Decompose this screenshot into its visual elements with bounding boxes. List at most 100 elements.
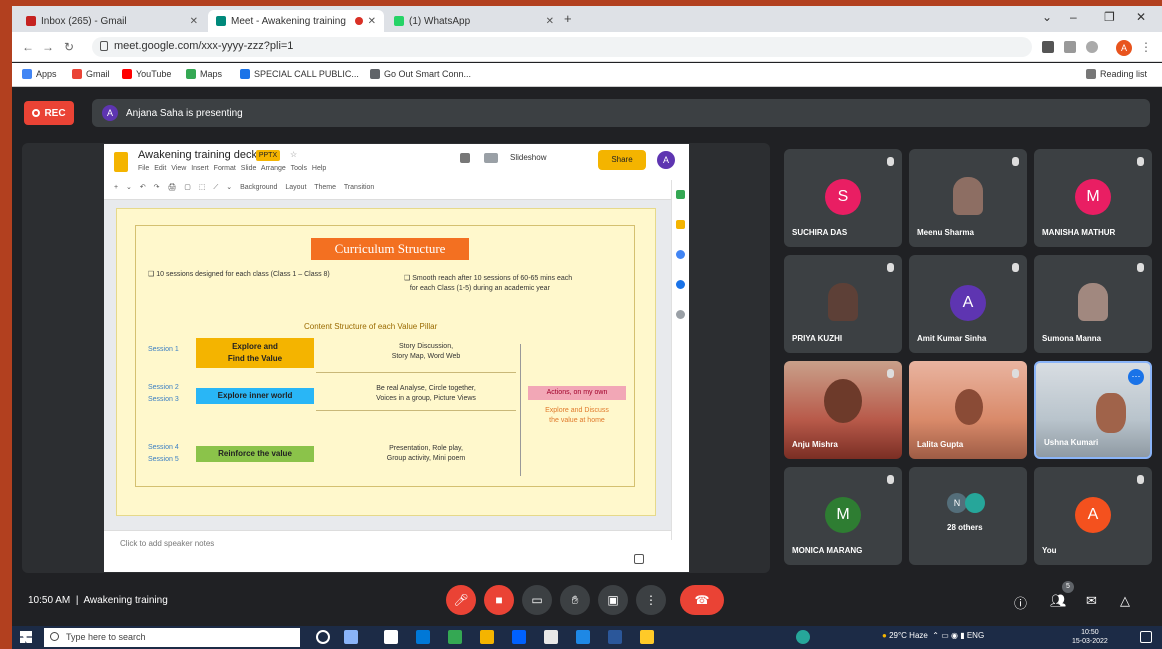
tab-meet[interactable]: Meet - Awakening training ✕	[208, 10, 384, 32]
end-call-button[interactable]: ☎︎	[680, 585, 724, 615]
people-icon[interactable]: 👥︎	[1050, 593, 1067, 609]
participant-tile[interactable]: Meenu Sharma	[909, 149, 1027, 247]
bookmark-apps[interactable]: Apps	[22, 69, 57, 79]
address-bar[interactable]: meet.google.com/xxx-yyyy-zzz?pli=1	[92, 37, 1032, 57]
camera-icon[interactable]	[1042, 41, 1054, 53]
captions-button[interactable]: ▭	[522, 585, 552, 615]
file-explorer-icon[interactable]	[480, 630, 494, 644]
participant-photo	[953, 177, 983, 215]
profile-avatar[interactable]: A	[1116, 40, 1132, 56]
participant-tile[interactable]: M MANISHA MATHUR	[1034, 149, 1152, 247]
mail-icon[interactable]	[416, 630, 430, 644]
chrome-icon[interactable]	[448, 630, 462, 644]
folder-icon[interactable]	[640, 630, 654, 644]
bookmark-go-out[interactable]: Go Out Smart Conn...	[370, 69, 471, 79]
mic-muted-icon	[1137, 263, 1144, 272]
desc-line: the value at home	[549, 417, 605, 424]
speaker-notes[interactable]: Click to add speaker notes	[104, 530, 671, 572]
url-text: meet.google.com/xxx-yyyy-zzz?pli=1	[114, 40, 294, 52]
close-window-icon[interactable]: ✕	[1136, 10, 1146, 24]
close-icon[interactable]: ✕	[190, 16, 198, 27]
participant-tile-self[interactable]: A You	[1034, 467, 1152, 565]
system-tray[interactable]: ● 29°C Haze ⌃ ▭ ◉ ▮ ENG	[882, 631, 984, 640]
tab-whatsapp[interactable]: (1) WhatsApp ✕	[386, 10, 562, 32]
slideshow-button[interactable]: Slideshow	[510, 153, 546, 162]
star-icon[interactable]: ☆	[290, 150, 297, 159]
task-view-icon[interactable]	[344, 630, 358, 644]
word-icon[interactable]	[608, 630, 622, 644]
info-icon[interactable]: ⓘ	[1014, 593, 1027, 612]
participant-avatar: A	[950, 285, 986, 321]
close-icon[interactable]: ✕	[368, 16, 376, 27]
reading-list[interactable]: Reading list	[1086, 69, 1147, 79]
explore-icon[interactable]	[634, 554, 644, 564]
chat-icon[interactable]: ✉︎	[1086, 593, 1097, 609]
maximize-icon[interactable]: ❐	[1104, 10, 1115, 24]
speaker-notes-text: Click to add speaker notes	[120, 539, 215, 548]
share-button[interactable]: Share	[598, 150, 646, 170]
minimize-icon[interactable]: –	[1070, 10, 1077, 24]
star-icon[interactable]	[1086, 41, 1098, 53]
bookmark-special-call[interactable]: SPECIAL CALL PUBLIC...	[240, 69, 359, 79]
keep-icon[interactable]	[676, 220, 685, 229]
forward-icon[interactable]: →	[42, 40, 54, 54]
participant-tile[interactable]: S SUCHIRA DAS	[784, 149, 902, 247]
more-options-icon[interactable]: ⋯	[1128, 369, 1144, 385]
tab-label: Inbox (265) - Gmail	[41, 15, 127, 27]
slides-menu-bar[interactable]: File Edit View Insert Format Slide Arran…	[138, 165, 326, 172]
present-now-button[interactable]: ▣	[598, 585, 628, 615]
windows-start-icon[interactable]	[20, 631, 32, 643]
share-icon[interactable]	[1064, 41, 1076, 53]
taskbar-search-input[interactable]: Type here to search	[44, 628, 300, 647]
app-icon[interactable]	[796, 630, 810, 644]
meeting-details: 10:50 AM | Awakening training	[28, 595, 168, 606]
kebab-menu-icon[interactable]: ⋮	[1140, 40, 1152, 54]
recording-button[interactable]: REC	[24, 101, 74, 125]
cortana-icon[interactable]	[316, 630, 330, 644]
chevron-down-icon[interactable]: ⌄	[1042, 10, 1052, 24]
app-icon[interactable]	[544, 630, 558, 644]
tasks-icon[interactable]	[676, 250, 685, 259]
edge-icon[interactable]	[576, 630, 590, 644]
raise-hand-button[interactable]: ✋︎	[560, 585, 590, 615]
participant-tile[interactable]: A Amit Kumar Sinha	[909, 255, 1027, 353]
mic-toggle-button[interactable]: 🎤︎	[446, 585, 476, 615]
contacts-icon[interactable]	[676, 280, 685, 289]
app-icon[interactable]	[384, 630, 398, 644]
participant-video-tile[interactable]: ⋯ Ushna Kumari	[1034, 361, 1152, 459]
document-title[interactable]: Awakening training deck	[138, 149, 257, 161]
close-icon[interactable]: ✕	[546, 16, 554, 27]
notifications-icon[interactable]	[1140, 631, 1152, 643]
new-tab-icon[interactable]: +	[564, 11, 572, 26]
bookmark-youtube[interactable]: YouTube	[122, 69, 171, 79]
participant-name: SUCHIRA DAS	[792, 228, 848, 237]
search-placeholder: Type here to search	[66, 632, 146, 642]
reload-icon[interactable]: ↻	[64, 40, 74, 54]
add-icon[interactable]	[676, 310, 685, 319]
back-icon[interactable]: ←	[22, 40, 34, 54]
toolbar-actions[interactable]: Background Layout Theme Transition	[240, 184, 374, 191]
bookmark-maps[interactable]: Maps	[186, 69, 222, 79]
activities-icon[interactable]: △	[1120, 593, 1130, 609]
divider	[316, 372, 516, 373]
sheets-icon[interactable]	[676, 190, 685, 199]
comments-icon[interactable]	[484, 153, 498, 163]
participant-tile[interactable]: Sumona Manna	[1034, 255, 1152, 353]
comment-history-icon[interactable]	[460, 153, 470, 163]
slide[interactable]: Curriculum Structure ❑ 10 sessions desig…	[116, 208, 656, 516]
participant-video-tile[interactable]: Anju Mishra	[784, 361, 902, 459]
dropbox-icon[interactable]	[512, 630, 526, 644]
tab-gmail[interactable]: Inbox (265) - Gmail ✕	[18, 10, 206, 32]
participant-avatar: S	[825, 179, 861, 215]
participant-tile[interactable]: PRIYA KUZHI	[784, 255, 902, 353]
participant-tile[interactable]: M MONICA MARANG	[784, 467, 902, 565]
slides-toolbar: + ⌄ ↶ ↷ 🖨 ▢ ⬚ ⟋ ⌄ Background Layout Them…	[114, 184, 375, 191]
mic-muted-icon	[887, 475, 894, 484]
account-avatar[interactable]: A	[657, 151, 675, 169]
participant-video-tile[interactable]: Lalita Gupta	[909, 361, 1027, 459]
taskbar-clock[interactable]: 10:50 15-03-2022	[1072, 628, 1108, 646]
more-options-button[interactable]: ⋮	[636, 585, 666, 615]
others-tile[interactable]: N 28 others	[909, 467, 1027, 565]
camera-toggle-button[interactable]: ■	[484, 585, 514, 615]
bookmark-gmail[interactable]: Gmail	[72, 69, 110, 79]
